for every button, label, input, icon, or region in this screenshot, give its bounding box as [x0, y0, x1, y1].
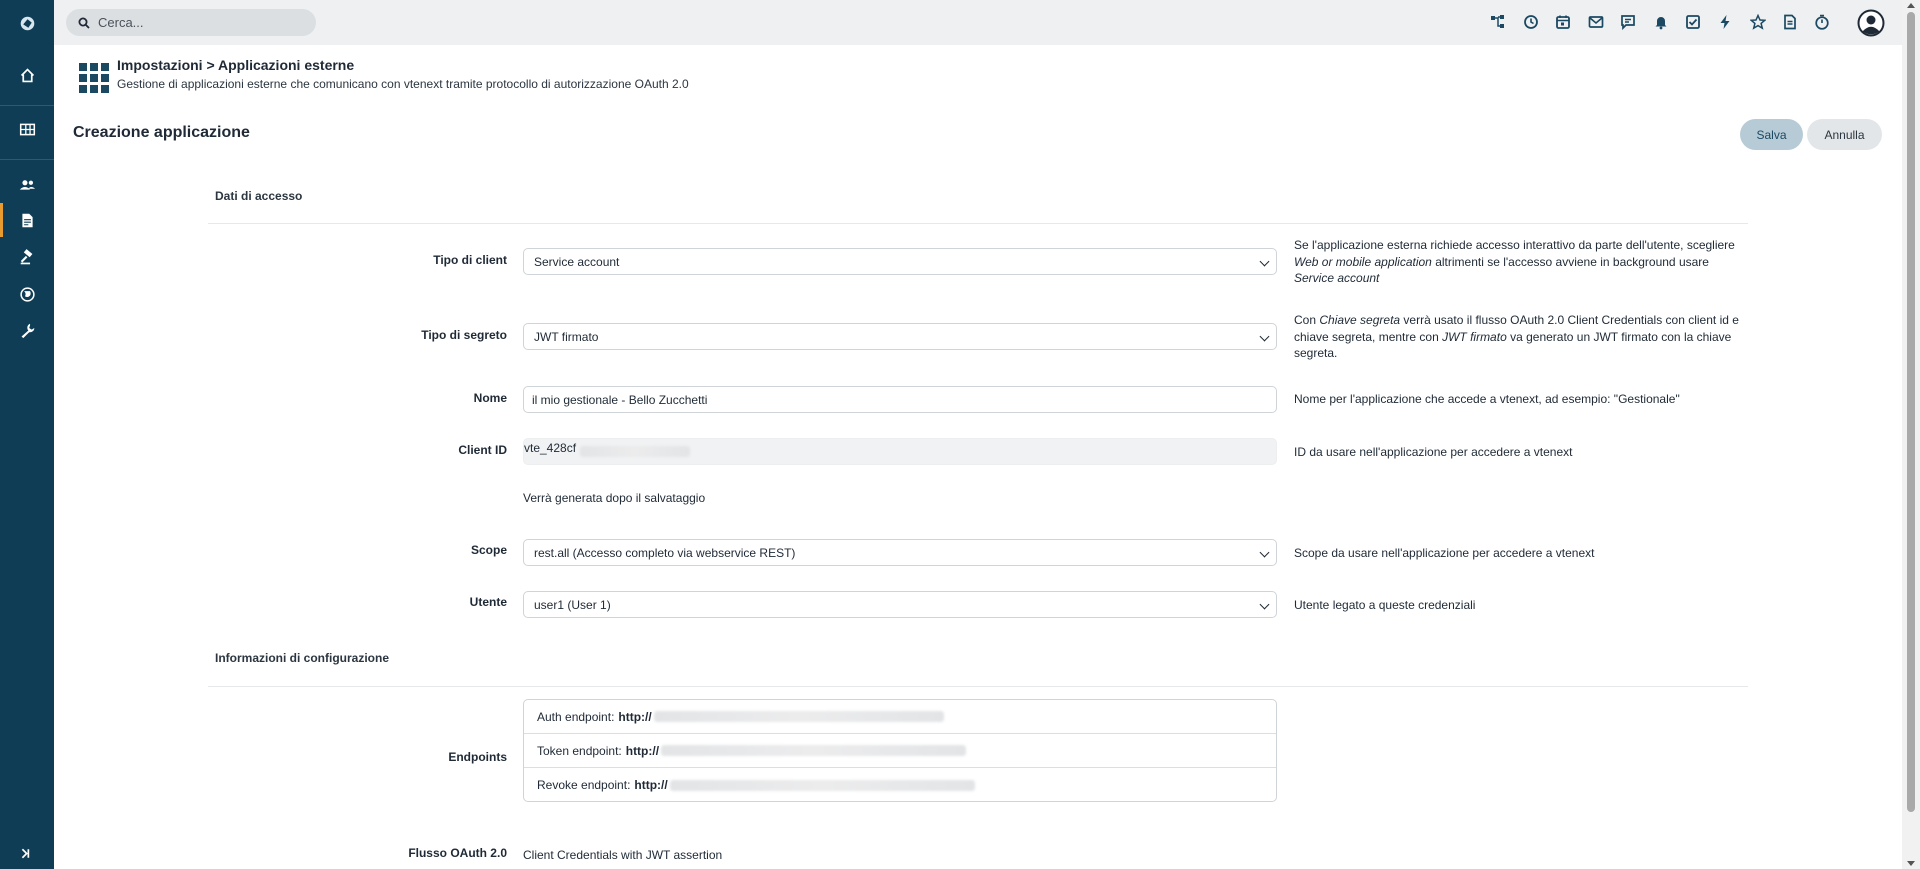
auth-endpoint-value: http:// — [618, 709, 652, 724]
revoke-endpoint-label: Revoke endpoint: — [537, 778, 631, 792]
scroll-up-icon[interactable] — [1907, 3, 1915, 8]
sidebar-divider — [0, 105, 54, 106]
history-icon[interactable] — [1520, 11, 1542, 33]
revoke-endpoint-value: http:// — [634, 778, 668, 792]
scope-help: Scope da usare nell'applicazione per acc… — [1294, 546, 1595, 560]
auth-endpoint-label: Auth endpoint: — [537, 709, 615, 724]
top-bar: Cerca... — [54, 0, 1902, 45]
search-input[interactable]: Cerca... — [66, 9, 316, 36]
timer-icon[interactable] — [1811, 11, 1833, 33]
chat-icon[interactable] — [1617, 11, 1639, 33]
user-select[interactable]: user1 (User 1) — [523, 591, 1277, 618]
breadcrumb: Impostazioni > Applicazioni esterne — [117, 57, 355, 73]
client-type-select[interactable]: Service account — [523, 248, 1277, 275]
name-help: Nome per l'applicazione che accede a vte… — [1294, 392, 1680, 406]
scrollbar[interactable] — [1902, 0, 1920, 869]
scroll-thumb[interactable] — [1907, 12, 1915, 812]
scope-label: Scope — [470, 543, 507, 557]
grid-icon[interactable] — [0, 112, 54, 146]
oauth-flow-label: Flusso OAuth 2.0 — [408, 846, 507, 860]
section-title-access: Dati di accesso — [215, 189, 303, 203]
avatar[interactable] — [1857, 9, 1885, 37]
calendar-icon[interactable] — [1552, 11, 1574, 33]
mail-icon[interactable] — [1585, 11, 1607, 33]
secret-type-value: JWT firmato — [534, 329, 599, 344]
client-id-field: vte_428cf — [523, 438, 1277, 465]
name-label: Nome — [473, 391, 507, 405]
auth-endpoint-row[interactable]: Auth endpoint: http:// — [524, 700, 1276, 734]
document-icon[interactable] — [1779, 11, 1801, 33]
bolt-icon[interactable] — [1714, 11, 1736, 33]
client-id-help: ID da usare nell'applicazione per accede… — [1294, 445, 1573, 459]
client-id-value: vte_428cf — [524, 440, 577, 455]
search-icon — [78, 17, 90, 29]
user-help: Utente legato a queste credenziali — [1294, 598, 1476, 612]
secret-type-help: Con Chiave segreta verrà usato il flusso… — [1294, 313, 1739, 360]
secret-type-select[interactable]: JWT firmato — [523, 323, 1277, 350]
section-title-config: Informazioni di configurazione — [215, 651, 389, 665]
revoke-endpoint-redacted — [669, 779, 975, 791]
logo-icon[interactable] — [0, 6, 54, 40]
page-subtitle: Gestione di applicazioni esterne che com… — [117, 77, 689, 91]
checkbox-icon[interactable] — [1682, 11, 1704, 33]
documents-icon[interactable] — [0, 203, 54, 237]
name-input[interactable]: il mio gestionale - Bello Zucchetti — [523, 386, 1277, 413]
wrench-icon[interactable] — [0, 313, 54, 347]
users-icon[interactable] — [0, 167, 54, 201]
client-type-value: Service account — [534, 254, 620, 269]
settings-grid-icon — [79, 63, 109, 93]
sidebar — [0, 0, 54, 869]
section-divider — [208, 686, 1748, 687]
token-endpoint-value: http:// — [625, 743, 660, 758]
endpoints-box: Auth endpoint: http:// Token endpoint: htt… — [523, 699, 1277, 802]
expand-sidebar-icon[interactable] — [0, 836, 54, 869]
client-type-help: Se l'applicazione esterna richiede acces… — [1294, 238, 1735, 285]
user-value: user1 (User 1) — [534, 597, 611, 612]
token-endpoint-label: Token endpoint: — [537, 743, 622, 758]
section-divider — [208, 223, 1748, 224]
endpoints-label: Endpoints — [448, 750, 507, 764]
user-label: Utente — [469, 595, 507, 609]
search-placeholder: Cerca... — [98, 15, 144, 30]
client-type-label: Tipo di client — [433, 253, 507, 267]
client-id-note: Verrà generata dopo il salvataggio — [523, 491, 706, 505]
name-value: il mio gestionale - Bello Zucchetti — [532, 392, 708, 407]
cancel-button[interactable]: Annulla — [1807, 119, 1882, 150]
token-endpoint-redacted — [661, 745, 967, 756]
scope-value: rest.all (Accesso completo via webservic… — [534, 545, 796, 560]
revoke-endpoint-row[interactable]: Revoke endpoint: http:// — [524, 768, 1276, 801]
home-icon[interactable] — [0, 58, 54, 92]
sidebar-divider — [0, 159, 54, 160]
oauth-flow-value: Client Credentials with JWT assertion — [523, 848, 723, 862]
tree-icon[interactable] — [1487, 11, 1509, 33]
scroll-down-icon[interactable] — [1907, 861, 1915, 866]
bell-icon[interactable] — [1650, 11, 1672, 33]
save-button[interactable]: Salva — [1740, 119, 1803, 150]
client-id-label: Client ID — [458, 443, 507, 457]
globe-icon[interactable] — [0, 277, 54, 311]
star-icon[interactable] — [1747, 11, 1769, 33]
token-endpoint-row[interactable]: Token endpoint: http:// — [524, 734, 1276, 768]
page-title: Creazione applicazione — [73, 124, 250, 141]
auth-endpoint-redacted — [653, 711, 944, 722]
gavel-icon[interactable] — [0, 240, 54, 274]
client-id-redacted — [580, 446, 691, 457]
scope-select[interactable]: rest.all (Accesso completo via webservic… — [523, 539, 1277, 566]
secret-type-label: Tipo di segreto — [421, 328, 507, 342]
